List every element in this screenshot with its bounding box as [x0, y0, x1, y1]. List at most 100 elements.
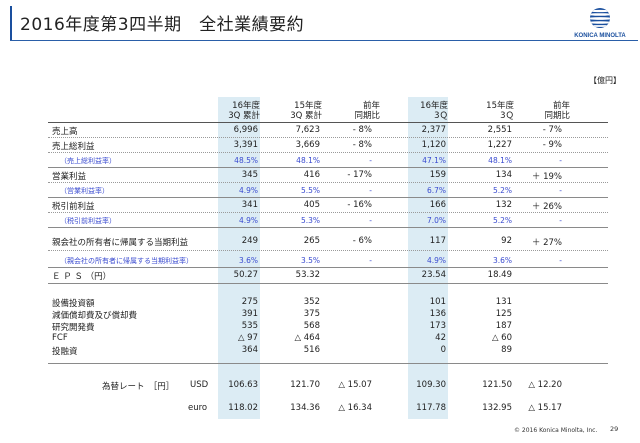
cell-value: 131 [495, 297, 512, 307]
cell-value: 364 [241, 345, 258, 355]
fx-value: △ 12.20 [528, 380, 562, 390]
column-header-line1: 16年度 [420, 101, 448, 111]
cell-value: 166 [429, 200, 446, 210]
cell-value: 50.27 [233, 270, 258, 280]
cell-value: 5.2% [492, 186, 512, 195]
column-header-5: 前年 同期比 [530, 101, 570, 121]
table-row: 親会社の所有者に帰属する当期利益 249 265 - 6% 117 92 ＋ 27% [40, 236, 608, 248]
fx-label: 為替レート ［円］ [102, 382, 175, 392]
table-row: 減価償却費及び償却費 391 375 136 125 [40, 309, 608, 321]
column-header-line1: 前年 [552, 101, 570, 111]
cell-value: 4.9% [238, 186, 258, 195]
cell-value: 18.49 [487, 270, 512, 280]
row-label: 売上総利益 [52, 142, 95, 152]
cell-value: 47.1% [422, 156, 446, 165]
row-label: 投融資 [52, 347, 78, 357]
cell-value: - [369, 256, 372, 265]
cell-value: 416 [303, 170, 320, 180]
column-header-line2: 3Q 累計 [290, 111, 322, 121]
cell-value: 5.2% [492, 216, 512, 225]
cell-value: - 8% [352, 140, 372, 150]
cell-value: 345 [241, 170, 258, 180]
cell-value: 159 [429, 170, 446, 180]
cell-value: 117 [429, 236, 446, 246]
row-label: （税引前利益率） [60, 217, 116, 225]
cell-value: 48.5% [234, 156, 258, 165]
row-divider [48, 137, 608, 138]
cell-value: 7.0% [426, 216, 446, 225]
fx-value: △ 16.34 [338, 403, 372, 413]
column-header-line2: 3Q 累計 [228, 111, 260, 121]
page-title: 2016年度第3四半期 全社業績要約 [20, 15, 305, 35]
cell-value: 132 [495, 200, 512, 210]
cell-value: 134 [495, 170, 512, 180]
table-row: 税引前利益 341 405 - 16% 166 132 ＋ 26% [40, 200, 608, 212]
cell-value: 3.6% [238, 256, 258, 265]
row-label: 売上高 [52, 127, 78, 137]
fx-row: euro 118.02 134.36 △ 16.34 117.78 132.95 △ 15.… [40, 403, 608, 415]
cell-value: - [369, 216, 372, 225]
cell-value: 92 [501, 236, 512, 246]
table-row: 売上総利益 3,391 3,669 - 8% 1,120 1,227 - 9% [40, 140, 608, 152]
row-label: Ｅ Ｐ Ｓ （円） [52, 272, 112, 282]
row-label: 設備投資額 [52, 299, 95, 309]
column-header-line1: 15年度 [294, 101, 322, 111]
copyright: © 2016 Konica Minolta, Inc. [514, 427, 598, 434]
cell-value: 3.5% [300, 256, 320, 265]
cell-value: - 16% [347, 200, 372, 210]
cell-value: 101 [429, 297, 446, 307]
row-label: 税引前利益 [52, 202, 95, 212]
cell-value: 375 [303, 309, 320, 319]
cell-value: 265 [303, 236, 320, 246]
row-divider [48, 197, 608, 198]
table-row: （税引前利益率） 4.9% 5.3% - 7.0% 5.2% - [40, 215, 608, 227]
cell-value: ＋ 26% [531, 202, 562, 212]
column-header-line2: 同期比 [354, 111, 380, 121]
row-label: FCF [52, 333, 68, 343]
row-divider [48, 167, 608, 168]
cell-value: △ 97 [237, 333, 258, 343]
table-row: （営業利益率） 4.9% 5.5% - 6.7% 5.2% - [40, 185, 608, 197]
table-row: 設備投資額 275 352 101 131 [40, 297, 608, 309]
row-label: （営業利益率） [60, 187, 109, 195]
cell-value: - [559, 256, 562, 265]
column-header-3: 16年度 3Ｑ [408, 101, 448, 121]
fx-value: 132.95 [482, 403, 512, 413]
cell-value: - 7% [542, 125, 562, 135]
table-row: （親会社の所有者に帰属する当期利益率） 3.6% 3.5% - 4.9% 3.6% - [40, 255, 608, 267]
fx-value: 106.63 [228, 380, 258, 390]
fx-row: 為替レート ［円］ USD 106.63 121.70 △ 15.07 109.30 121… [40, 380, 608, 392]
row-label: 減価償却費及び償却費 [52, 311, 138, 321]
table-row: FCF △ 97 △ 464 42 △ 60 [40, 333, 608, 345]
cell-value: 1,227 [487, 140, 512, 150]
row-divider [48, 227, 608, 228]
cell-value: - 17% [347, 170, 372, 180]
cell-value: 187 [495, 321, 512, 331]
page-number: 29 [610, 425, 619, 433]
cell-value: 7,623 [295, 125, 320, 135]
cell-value: - 9% [542, 140, 562, 150]
cell-value: 341 [241, 200, 258, 210]
row-divider [48, 283, 608, 284]
column-header-line2: 3Ｑ [500, 111, 514, 121]
cell-value: - [369, 186, 372, 195]
column-header-line1: 16年度 [232, 101, 260, 111]
cell-value: 275 [241, 297, 258, 307]
cell-value: - [559, 216, 562, 225]
row-label: （親会社の所有者に帰属する当期利益率） [60, 257, 193, 265]
cell-value: 2,551 [487, 125, 512, 135]
cell-value: 6,996 [233, 125, 258, 135]
cell-value: 405 [303, 200, 320, 210]
globe-logo-icon: KONICA MINOLTA [574, 8, 626, 39]
fx-value: 121.70 [290, 380, 320, 390]
title-divider [10, 40, 638, 41]
cell-value: 516 [303, 345, 320, 355]
title-accent-bar [10, 6, 12, 40]
cell-value: 249 [241, 236, 258, 246]
cell-value: 568 [303, 321, 320, 331]
cell-value: - [559, 186, 562, 195]
table-row: 研究開発費 535 568 173 187 [40, 321, 608, 333]
row-divider [48, 152, 608, 153]
cell-value: 3,391 [233, 140, 258, 150]
column-header-line2: 同期比 [544, 111, 570, 121]
